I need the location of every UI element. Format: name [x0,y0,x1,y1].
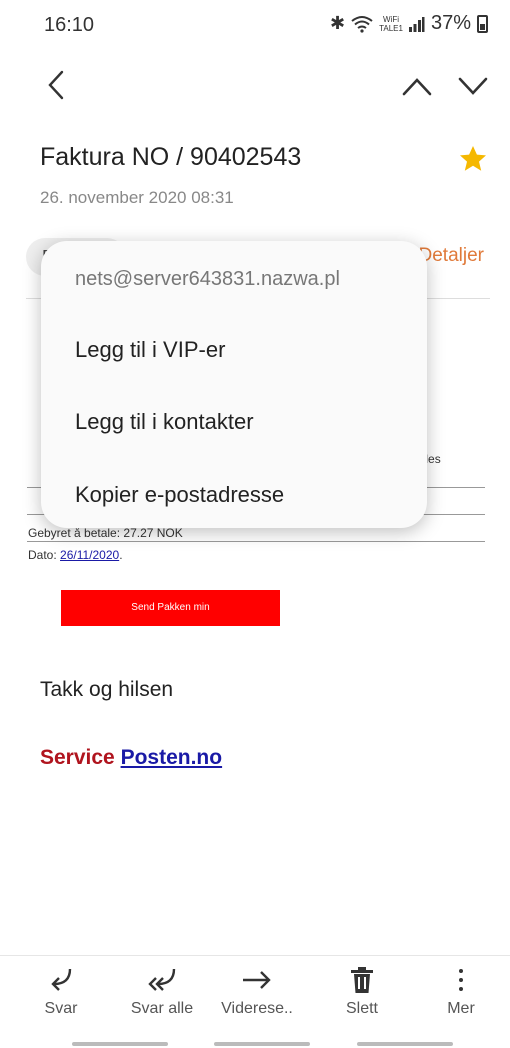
battery-icon [477,14,488,33]
reply-button[interactable]: Svar [16,966,106,1018]
signature-service: Service [40,746,115,769]
reply-all-button[interactable]: Svar alle [117,966,207,1018]
status-bar: 16:10 ✱ WiFi TALE1 37% [0,0,510,56]
delete-button[interactable]: Slett [317,966,407,1018]
next-email-icon[interactable] [456,72,490,100]
email-nav-bar [0,62,510,106]
menu-item-add-contact[interactable]: Legg til i kontakter [75,409,254,435]
gesture-bar [357,1042,453,1046]
send-package-button[interactable]: Send Pakken min [61,590,280,626]
more-icon [459,969,463,991]
status-icons: ✱ WiFi TALE1 37% [330,12,488,35]
wifi-label-top: WiFi [383,14,400,24]
trash-icon [351,967,373,993]
body-rule [27,541,485,542]
wifi-icon [351,15,373,33]
sender-popup-menu: nets@server643831.nazwa.pl Legg til i VI… [41,241,427,528]
popup-sender-email: nets@server643831.nazwa.pl [75,268,340,290]
forward-icon [243,971,271,989]
menu-item-add-vip[interactable]: Legg til i VIP-er [75,337,225,363]
reply-all-icon [148,968,176,991]
forward-label: Viderese.. [221,1000,293,1017]
signal-icon [408,16,425,32]
reply-icon [51,968,72,991]
wifi-label: WiFi TALE1 [379,15,403,33]
details-link[interactable]: Detaljer [419,245,484,267]
bottom-action-bar: Svar Svar alle Viderese.. Slett Mer [0,955,510,1048]
menu-item-copy-email[interactable]: Kopier e-postadresse [75,482,284,508]
back-icon[interactable] [42,68,70,102]
date-line: Dato: 26/11/2020. [28,548,123,562]
greeting-text: Takk og hilsen [40,678,174,701]
email-date: 26. november 2020 08:31 [40,188,234,207]
fee-line: Gebyret å betale: 27.27 NOK [28,526,183,540]
more-button[interactable]: Mer [416,966,506,1018]
gesture-bar [72,1042,168,1046]
signature: Service Posten.no [40,746,222,770]
date-suffix: . [119,548,123,562]
delete-label: Slett [345,1000,378,1017]
email-subject: Faktura NO / 90402543 [40,143,302,171]
reply-label: Svar [44,1000,78,1017]
forward-button[interactable]: Viderese.. [212,966,302,1018]
bluetooth-icon: ✱ [330,13,346,33]
reply-all-label: Svar alle [130,1000,194,1017]
battery-percent: 37% [430,12,471,34]
date-label: Dato: [28,548,61,562]
wifi-label-bottom: TALE1 [379,23,403,33]
posten-link[interactable]: Posten.no [121,746,223,769]
star-icon[interactable] [458,144,488,174]
more-label: Mer [447,1000,475,1017]
status-time: 16:10 [44,14,95,36]
gesture-bar [214,1042,310,1046]
date-link[interactable]: 26/11/2020 [60,548,119,562]
previous-email-icon[interactable] [400,72,434,100]
